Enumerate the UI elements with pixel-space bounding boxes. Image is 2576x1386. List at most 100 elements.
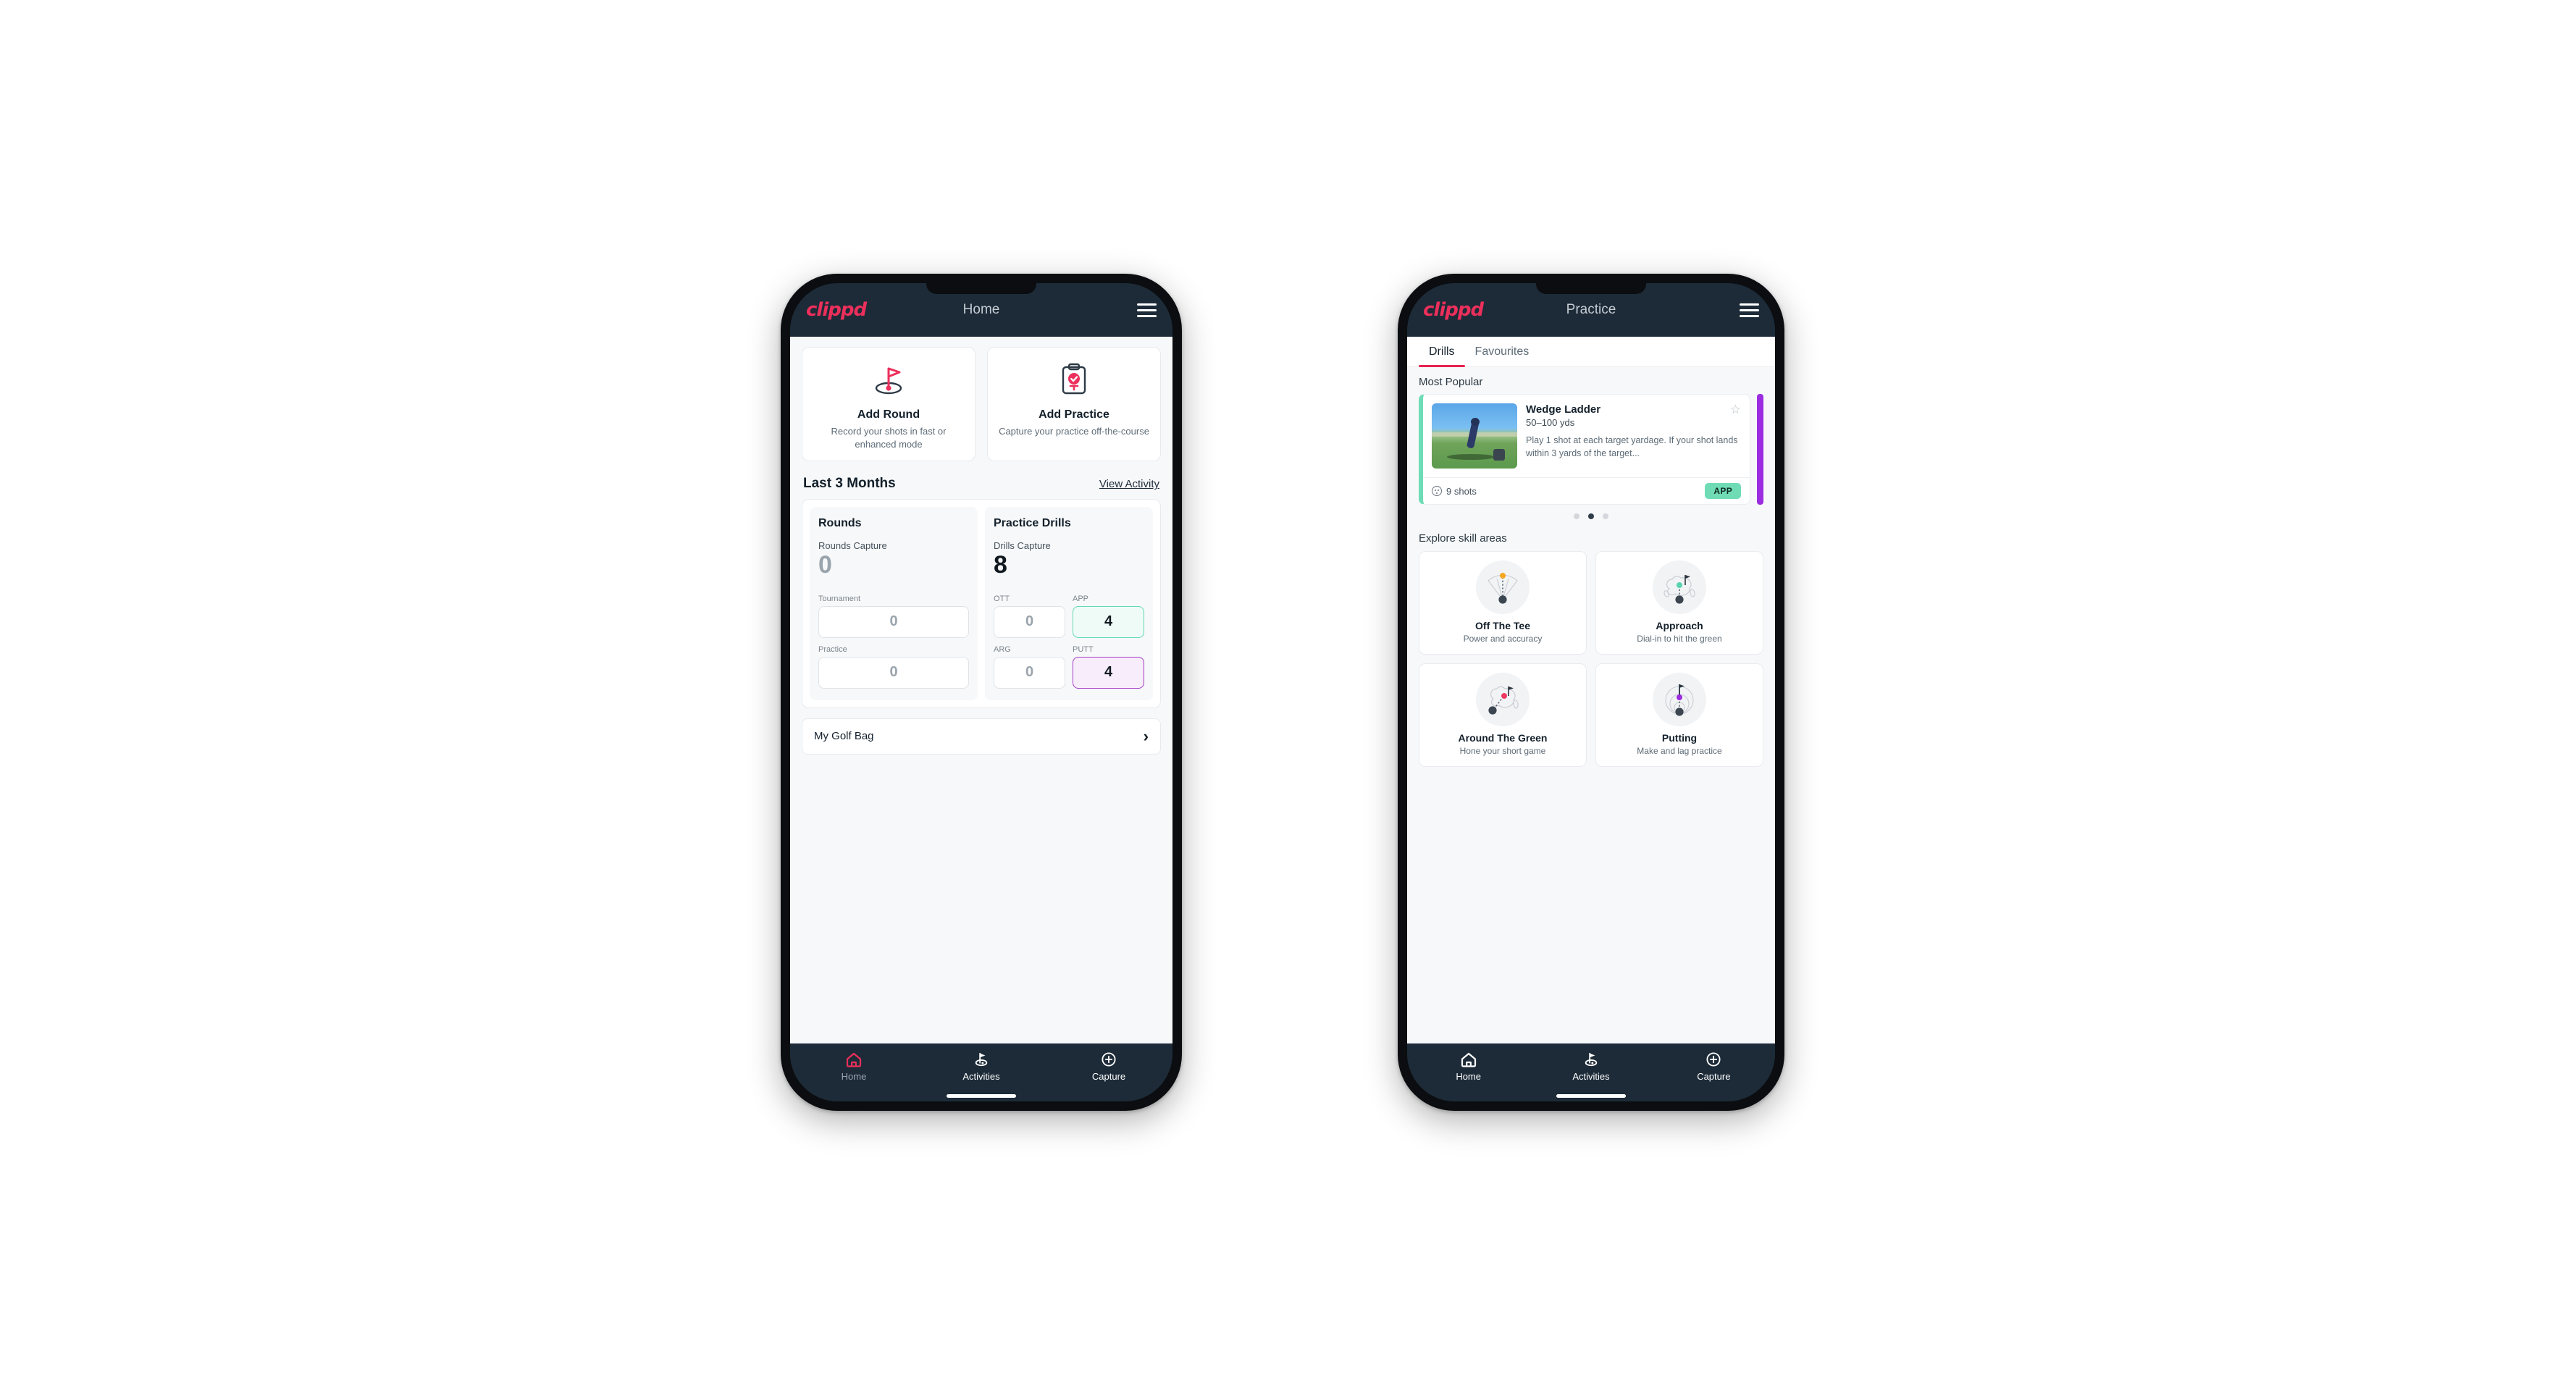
app-label: APP [1073, 594, 1089, 603]
arg-value[interactable]: 0 [994, 656, 1065, 689]
pagination-dot[interactable] [1603, 513, 1608, 519]
nav-item-capture[interactable]: Capture [1045, 1051, 1172, 1082]
tee-shot-fan-icon [1476, 560, 1530, 614]
tournament-label: Tournament [818, 594, 861, 603]
my-golf-bag-row[interactable]: My Golf Bag › [802, 718, 1161, 755]
nav-label-capture: Capture [1697, 1071, 1731, 1082]
nav-item-capture[interactable]: Capture [1653, 1051, 1775, 1082]
drill-yardage: 50–100 yds [1526, 417, 1575, 428]
my-golf-bag-label: My Golf Bag [814, 730, 874, 743]
drill-tiles-row-2: ARG 0 PUTT 4 [994, 645, 1144, 689]
arg-tile: ARG 0 [994, 645, 1065, 689]
green-approach-icon [1653, 560, 1706, 614]
drills-capture-label: Drills Capture [994, 540, 1051, 552]
drill-card-footer: 9 shots APP [1423, 477, 1750, 504]
rounds-capture-label: Rounds Capture [818, 540, 887, 552]
putt-label: PUTT [1073, 644, 1094, 654]
tournament-value[interactable]: 0 [818, 605, 969, 638]
golf-flag-icon [810, 361, 968, 398]
last-3-months-header: Last 3 Months View Activity [790, 461, 1172, 499]
add-practice-card[interactable]: Add Practice Capture your practice off-t… [987, 347, 1161, 462]
skill-title: Approach [1656, 620, 1703, 631]
drill-carousel[interactable]: Wedge Ladder 50–100 yds ☆ Play 1 shot at… [1419, 394, 1763, 505]
star-outline-icon[interactable]: ☆ [1730, 403, 1741, 416]
golf-flag-icon [1585, 1052, 1598, 1067]
ott-label: OTT [994, 594, 1010, 603]
most-popular-section: Most Popular Wedge Ladder 50–100 yds ☆ P… [1407, 367, 1775, 767]
screenshot-canvas: clippd Home Add Round Record your shots … [0, 0, 2576, 1386]
plus-circle-icon [1102, 1052, 1116, 1067]
chevron-right-icon: › [1143, 726, 1149, 745]
drill-description: Play 1 shot at each target yardage. If y… [1526, 435, 1738, 459]
home-icon [846, 1052, 862, 1067]
section-title: Last 3 Months [803, 476, 896, 492]
clippd-logo[interactable]: clippd [1423, 299, 1484, 321]
putt-rings-icon [1653, 673, 1706, 726]
pagination-dot[interactable] [1574, 513, 1579, 519]
rounds-heading: Rounds [818, 517, 862, 530]
nav-item-home[interactable]: Home [790, 1051, 918, 1082]
skill-subtitle: Dial-in to hit the green [1637, 634, 1722, 644]
tournament-field: Tournament 0 [818, 595, 969, 638]
skill-title: Off The Tee [1475, 620, 1530, 631]
practice-scroll-area: Most Popular Wedge Ladder 50–100 yds ☆ P… [1407, 367, 1775, 1043]
skill-card-off-the-tee[interactable]: Off The Tee Power and accuracy [1419, 551, 1587, 655]
add-practice-subtitle: Capture your practice off-the-course [999, 426, 1149, 437]
practice-field: Practice 0 [818, 645, 969, 689]
ott-value[interactable]: 0 [994, 605, 1065, 638]
tab-drills[interactable]: Drills [1419, 337, 1465, 367]
clipboard-check-icon [995, 361, 1153, 398]
quick-actions-row: Add Round Record your shots in fast or e… [790, 337, 1172, 462]
stats-card: Rounds Rounds Capture 0 Tournament 0 Pra… [802, 499, 1161, 708]
skill-subtitle: Make and lag practice [1637, 746, 1722, 756]
arg-label: ARG [994, 644, 1011, 654]
home-phone-screen: clippd Home Add Round Record your shots … [790, 283, 1172, 1101]
practice-phone-screen: clippd Practice Drills Favourites Most P… [1407, 283, 1775, 1101]
skill-card-approach[interactable]: Approach Dial-in to hit the green [1595, 551, 1763, 655]
pagination-dot-active[interactable] [1588, 513, 1594, 519]
home-bottom-nav: Home Activities Capture [790, 1043, 1172, 1101]
nav-item-activities[interactable]: Activities [918, 1051, 1045, 1098]
drill-shots: 9 shots [1432, 486, 1477, 497]
drill-card[interactable]: Wedge Ladder 50–100 yds ☆ Play 1 shot at… [1419, 394, 1750, 505]
drills-capture-value: 8 [994, 551, 1007, 579]
app-value[interactable]: 4 [1073, 605, 1144, 638]
drill-title-row: Wedge Ladder 50–100 yds ☆ [1526, 403, 1741, 428]
clippd-logo[interactable]: clippd [806, 299, 867, 321]
nav-item-activities[interactable]: Activities [1530, 1051, 1652, 1098]
drill-meta: Wedge Ladder 50–100 yds ☆ Play 1 shot at… [1526, 403, 1741, 469]
practice-phone-frame: clippd Practice Drills Favourites Most P… [1398, 274, 1784, 1111]
putt-value[interactable]: 4 [1073, 656, 1144, 689]
skill-title: Around The Green [1458, 732, 1548, 744]
nav-active-indicator [947, 1094, 1016, 1098]
chip-green-icon [1476, 673, 1530, 726]
add-practice-title: Add Practice [1039, 408, 1109, 421]
plus-circle-icon [1706, 1052, 1721, 1067]
hamburger-icon[interactable] [1740, 300, 1759, 321]
drill-title: Wedge Ladder [1526, 403, 1601, 416]
add-round-title: Add Round [857, 408, 920, 421]
add-round-card[interactable]: Add Round Record your shots in fast or e… [802, 347, 976, 462]
app-tile: APP 4 [1073, 595, 1144, 638]
nav-label-activities: Activities [962, 1071, 1000, 1082]
skill-title: Putting [1661, 732, 1698, 744]
ott-tile: OTT 0 [994, 595, 1065, 638]
putt-tile: PUTT 4 [1073, 645, 1144, 689]
nav-label-home: Home [1456, 1071, 1481, 1082]
nav-active-indicator [1556, 1094, 1626, 1098]
drill-shots-label: 9 shots [1446, 485, 1477, 497]
nav-item-home[interactable]: Home [1407, 1051, 1530, 1082]
practice-value[interactable]: 0 [818, 656, 969, 689]
next-drill-card-peek[interactable] [1757, 394, 1763, 505]
rounds-capture-value: 0 [818, 551, 832, 579]
nav-label-activities: Activities [1572, 1071, 1610, 1082]
home-scroll-area: Add Round Record your shots in fast or e… [790, 337, 1172, 1043]
skill-card-putting[interactable]: Putting Make and lag practice [1595, 663, 1763, 767]
tab-favourites[interactable]: Favourites [1465, 337, 1540, 366]
skill-card-around-the-green[interactable]: Around The Green Hone your short game [1419, 663, 1587, 767]
hamburger-icon[interactable] [1137, 300, 1157, 321]
skill-subtitle: Hone your short game [1459, 746, 1546, 756]
rounds-column: Rounds Rounds Capture 0 Tournament 0 Pra… [810, 507, 978, 700]
view-activity-link[interactable]: View Activity [1099, 478, 1159, 490]
practice-label: Practice [818, 644, 847, 654]
